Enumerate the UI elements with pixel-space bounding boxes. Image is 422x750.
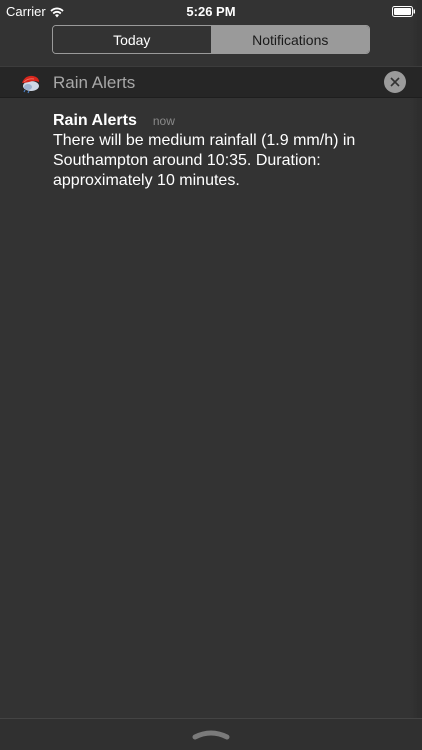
tab-today-label: Today bbox=[113, 31, 151, 48]
clear-notifications-button[interactable] bbox=[384, 71, 406, 93]
notification-time: now bbox=[152, 114, 175, 128]
rain-alerts-app-icon bbox=[19, 72, 41, 94]
status-time: 5:26 PM bbox=[186, 4, 236, 19]
battery-icon bbox=[392, 5, 416, 17]
grabber-handle-icon[interactable] bbox=[192, 727, 230, 740]
section-title: Rain Alerts bbox=[53, 73, 136, 92]
app-section-header: Rain Alerts bbox=[0, 66, 422, 98]
background-edge bbox=[410, 0, 422, 750]
view-segmented-control: Today Notifications bbox=[52, 25, 370, 54]
close-icon bbox=[390, 77, 400, 87]
status-bar: Carrier 5:26 PM bbox=[0, 0, 422, 22]
notification-title: Rain Alerts bbox=[53, 112, 137, 129]
notification-item[interactable]: Rain Alerts now There will be medium rai… bbox=[53, 112, 383, 191]
tab-today[interactable]: Today bbox=[53, 26, 212, 53]
tab-notifications-label: Notifications bbox=[252, 31, 329, 48]
bottom-bar bbox=[0, 718, 422, 750]
notification-body: There will be medium rainfall (1.9 mm/h)… bbox=[53, 132, 356, 189]
tab-notifications[interactable]: Notifications bbox=[211, 26, 369, 53]
notification-header: Rain Alerts now bbox=[53, 112, 383, 130]
